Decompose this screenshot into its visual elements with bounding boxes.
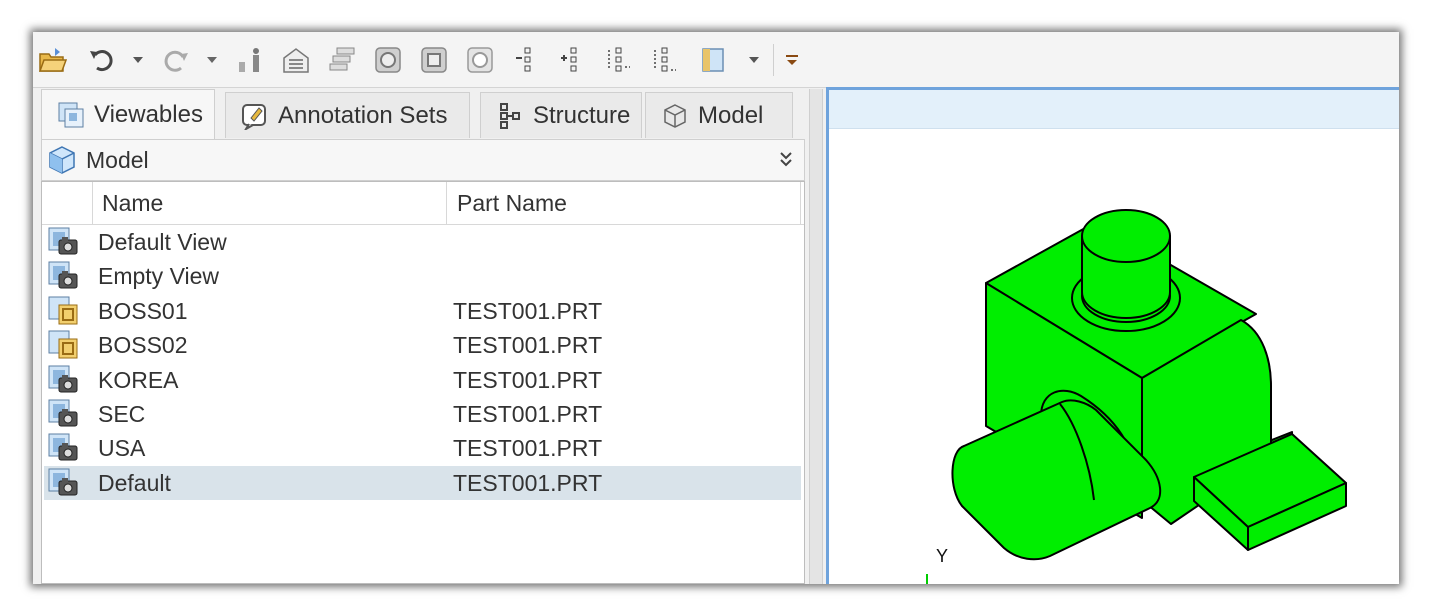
view-camera-icon [47,364,81,396]
row-name: Default [98,469,171,496]
row-name: Default View [98,229,227,255]
viewables-icon [56,100,86,130]
house-list-icon[interactable] [281,44,311,76]
view-camera-icon [47,398,81,430]
view-folder-icon [47,295,81,327]
model-cube-icon [46,144,78,176]
customize-toolbar-icon[interactable] [785,44,799,76]
model-selector[interactable]: Model [41,139,805,181]
table-row[interactable]: Empty View [44,259,801,293]
double-chevron-icon[interactable] [778,149,794,171]
model-selector-label: Model [86,146,149,173]
toolbar [33,32,1399,88]
view-fit-icon[interactable] [373,44,403,76]
tab-label: Viewables [94,100,203,128]
panel-splitter[interactable] [809,89,823,584]
undo-dropdown-icon[interactable] [131,44,145,76]
toolbar-separator [773,44,774,76]
row-part-name: TEST001.PRT [453,469,603,496]
tree-dotted-2-icon[interactable] [649,44,679,76]
row-name: BOSS02 [98,332,188,359]
column-header-part-name[interactable]: Part Name [457,182,567,224]
table-row[interactable]: BOSS01 TEST001.PRT [44,294,801,328]
view-camera-icon [47,467,81,499]
view-folder-icon [47,329,81,361]
stack-list-icon[interactable] [327,44,357,76]
structure-icon [495,101,525,131]
tab-structure[interactable]: Structure [480,92,642,138]
row-part-name: TEST001.PRT [453,332,603,359]
view-camera-icon [47,432,81,464]
tree-expand-icon[interactable] [511,44,541,76]
tab-label: Structure [533,101,631,129]
3d-viewport[interactable]: Y [826,87,1399,584]
row-name: USA [98,435,146,462]
row-part-name: TEST001.PRT [453,401,603,427]
row-part-name: TEST001.PRT [453,435,603,462]
column-header-name[interactable]: Name [102,182,163,224]
undo-icon[interactable] [87,44,117,76]
tab-label: Model [698,101,764,129]
column-divider [800,182,801,224]
table-row[interactable]: USA TEST001.PRT [44,431,801,465]
application-window: Viewables Annotation Sets Structure Mode… [33,32,1399,584]
3d-model-render[interactable] [829,126,1399,584]
tab-model[interactable]: Model [645,92,793,138]
view-camera-icon [47,226,81,258]
row-part-name: TEST001.PRT [453,297,603,324]
sheet-dropdown-icon[interactable] [747,44,761,76]
view-camera-icon [47,260,81,292]
annotation-sets-icon [240,101,270,131]
row-name: SEC [98,401,146,427]
table-header: Name Part Name [42,182,804,225]
redo-icon[interactable] [161,44,191,76]
column-divider [92,182,93,224]
model-cube-icon [660,101,690,131]
row-part-name: TEST001.PRT [453,366,603,393]
open-folder-icon[interactable] [37,44,67,76]
viewables-table: Name Part Name Default View Empty View BOS… [41,181,805,584]
table-row[interactable]: Default View [44,225,801,259]
column-divider[interactable] [446,182,447,224]
table-row[interactable]: SEC TEST001.PRT [44,397,801,431]
figure-icon[interactable] [236,44,266,76]
viewport-header-band [829,90,1399,129]
table-row[interactable]: Default TEST001.PRT [44,465,801,500]
redo-dropdown-icon[interactable] [205,44,219,76]
view-hidden-icon[interactable] [465,44,495,76]
tab-viewables[interactable]: Viewables [41,89,215,139]
tree-collapse-icon[interactable] [557,44,587,76]
view-shaded-icon[interactable] [419,44,449,76]
table-row[interactable]: KOREA TEST001.PRT [44,363,801,397]
tab-annotation-sets[interactable]: Annotation Sets [225,92,470,138]
table-row[interactable]: BOSS02 TEST001.PRT [44,328,801,362]
viewables-panel: Viewables Annotation Sets Structure Mode… [41,89,805,584]
axis-y-label: Y [936,546,949,566]
tree-dotted-icon[interactable] [603,44,633,76]
row-name: BOSS01 [98,297,188,324]
row-name: Empty View [98,263,220,290]
row-name: KOREA [98,366,179,393]
tab-label: Annotation Sets [278,101,448,129]
sheet-icon[interactable] [699,44,729,76]
